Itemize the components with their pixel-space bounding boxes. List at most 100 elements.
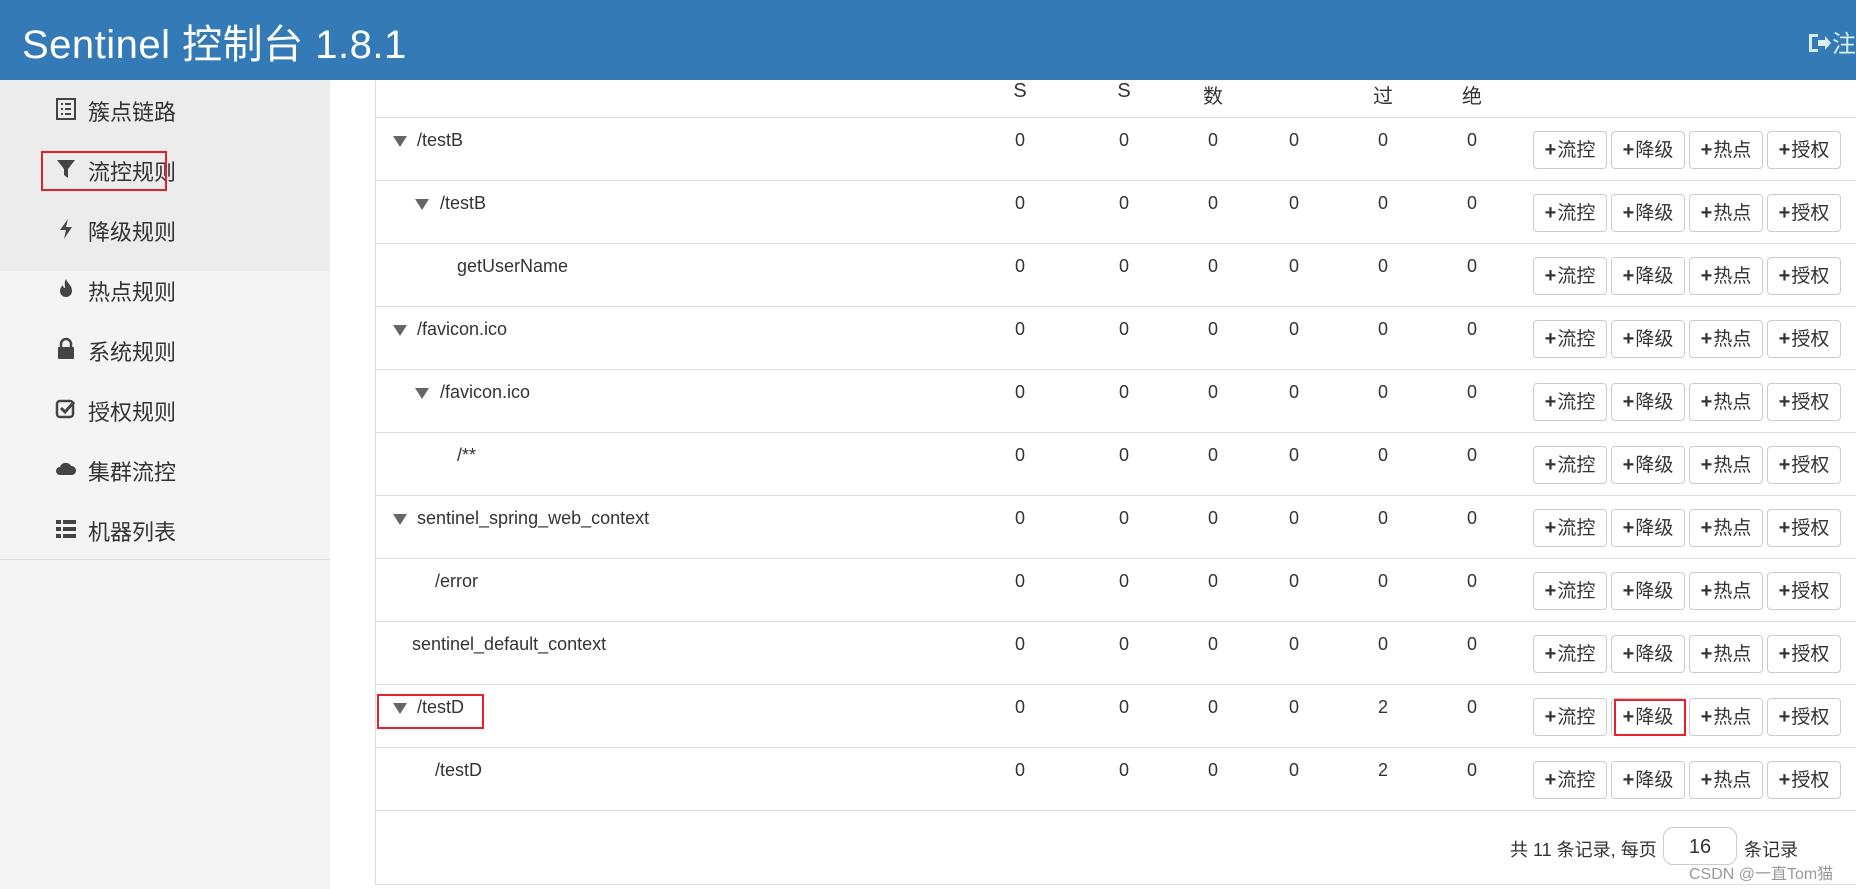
button-label: 流控 — [1557, 770, 1596, 791]
add-flow-rule-button[interactable]: +流控 — [1533, 509, 1607, 547]
add-authority-rule-button[interactable]: +授权 — [1767, 572, 1841, 610]
logout-link[interactable]: 注 — [1806, 24, 1856, 59]
add-authority-rule-button[interactable]: +授权 — [1767, 761, 1841, 799]
add-degrade-rule-button[interactable]: +降级 — [1611, 320, 1685, 358]
metric-value: 0 — [1014, 193, 1026, 213]
add-hotspot-rule-button[interactable]: +热点 — [1689, 383, 1763, 421]
add-flow-rule-button[interactable]: +流控 — [1533, 257, 1607, 295]
add-degrade-rule-button[interactable]: +降级 — [1611, 509, 1685, 547]
add-flow-rule-button[interactable]: +流控 — [1533, 131, 1607, 169]
add-hotspot-rule-button[interactable]: +热点 — [1689, 761, 1763, 799]
check-icon — [54, 397, 78, 421]
sidebar-item-machine-list[interactable]: 机器列表 — [0, 500, 330, 558]
button-label: 流控 — [1557, 266, 1596, 287]
button-label: 热点 — [1713, 518, 1752, 539]
add-hotspot-rule-button[interactable]: +热点 — [1689, 446, 1763, 484]
metric-value: 0 — [1118, 130, 1130, 150]
list-bullet-icon — [54, 517, 78, 541]
sidebar-item-hotspot-rules[interactable]: 热点规则 — [0, 260, 330, 318]
metric-value: 0 — [1466, 697, 1478, 717]
add-authority-rule-button[interactable]: +授权 — [1767, 509, 1841, 547]
add-authority-rule-button[interactable]: +授权 — [1767, 131, 1841, 169]
metric-value: 0 — [1466, 445, 1478, 465]
add-flow-rule-button[interactable]: +流控 — [1533, 446, 1607, 484]
plus-icon: + — [1700, 328, 1713, 350]
add-authority-rule-button[interactable]: +授权 — [1767, 446, 1841, 484]
pagination-suffix: 条记录 — [1744, 840, 1798, 860]
plus-icon: + — [1544, 139, 1557, 161]
sidebar-item-cluster-flow[interactable]: 集群流控 — [0, 440, 330, 498]
metric-value: 0 — [1377, 193, 1389, 213]
plus-icon: + — [1622, 391, 1635, 413]
metric-value: 0 — [1377, 130, 1389, 150]
add-authority-rule-button[interactable]: +授权 — [1767, 635, 1841, 673]
metric-value: 0 — [1118, 193, 1130, 213]
sidebar-item-label: 授权规则 — [88, 400, 177, 425]
add-authority-rule-button[interactable]: +授权 — [1767, 257, 1841, 295]
metric-value: 0 — [1014, 634, 1026, 654]
metric-value: 0 — [1466, 130, 1478, 150]
button-label: 授权 — [1791, 203, 1830, 224]
sidebar-item-resource-chain[interactable]: 簇点链路 — [0, 80, 330, 138]
add-hotspot-rule-button[interactable]: +热点 — [1689, 194, 1763, 232]
sidebar-item-authority-rules[interactable]: 授权规则 — [0, 380, 330, 438]
add-flow-rule-button[interactable]: +流控 — [1533, 572, 1607, 610]
add-degrade-rule-button[interactable]: +降级 — [1611, 257, 1685, 295]
caret-down-icon[interactable] — [393, 136, 407, 147]
sidebar-item-system-rules[interactable]: 系统规则 — [0, 320, 330, 378]
resource-name: /testD — [435, 760, 483, 780]
table-row: /testB 0 0 0 0 0 0 +流控 +降级 +热点 +授权 — [376, 181, 1856, 244]
plus-icon: + — [1622, 265, 1635, 287]
add-degrade-rule-button[interactable]: +降级 — [1611, 446, 1685, 484]
add-degrade-rule-button[interactable]: +降级 — [1611, 761, 1685, 799]
sidebar-item-degrade-rules[interactable]: 降级规则 — [0, 200, 330, 258]
metric-value: 0 — [1288, 634, 1300, 654]
lock-icon — [54, 337, 78, 361]
top-header: Sentinel 控制台 1.8.1 注 — [0, 0, 1856, 80]
add-authority-rule-button[interactable]: +授权 — [1767, 194, 1841, 232]
caret-down-icon[interactable] — [415, 388, 429, 399]
button-label: 授权 — [1791, 770, 1830, 791]
metric-value: 0 — [1288, 445, 1300, 465]
add-flow-rule-button[interactable]: +流控 — [1533, 194, 1607, 232]
add-degrade-rule-button[interactable]: +降级 — [1611, 194, 1685, 232]
caret-down-icon[interactable] — [393, 514, 407, 525]
add-authority-rule-button[interactable]: +授权 — [1767, 698, 1841, 736]
add-flow-rule-button[interactable]: +流控 — [1533, 383, 1607, 421]
add-degrade-rule-button[interactable]: +降级 — [1611, 383, 1685, 421]
button-label: 降级 — [1635, 455, 1674, 476]
add-authority-rule-button[interactable]: +授权 — [1767, 383, 1841, 421]
add-authority-rule-button[interactable]: +授权 — [1767, 320, 1841, 358]
add-hotspot-rule-button[interactable]: +热点 — [1689, 131, 1763, 169]
add-hotspot-rule-button[interactable]: +热点 — [1689, 572, 1763, 610]
caret-down-icon[interactable] — [415, 199, 429, 210]
caret-down-icon[interactable] — [393, 325, 407, 336]
add-hotspot-rule-button[interactable]: +热点 — [1689, 698, 1763, 736]
metric-value: 0 — [1377, 445, 1389, 465]
add-flow-rule-button[interactable]: +流控 — [1533, 635, 1607, 673]
add-hotspot-rule-button[interactable]: +热点 — [1689, 635, 1763, 673]
list-icon — [54, 97, 78, 121]
metric-value: 2 — [1377, 760, 1389, 780]
metric-value: 0 — [1014, 256, 1026, 276]
add-flow-rule-button[interactable]: +流控 — [1533, 698, 1607, 736]
add-degrade-rule-button[interactable]: +降级 — [1611, 131, 1685, 169]
add-hotspot-rule-button[interactable]: +热点 — [1689, 257, 1763, 295]
add-degrade-rule-button[interactable]: +降级 — [1611, 635, 1685, 673]
add-flow-rule-button[interactable]: +流控 — [1533, 761, 1607, 799]
button-label: 流控 — [1557, 518, 1596, 539]
add-flow-rule-button[interactable]: +流控 — [1533, 320, 1607, 358]
resource-name: /favicon.ico — [440, 382, 531, 402]
metric-value: 0 — [1466, 760, 1478, 780]
metric-value: 0 — [1207, 445, 1219, 465]
fire-icon — [54, 277, 78, 301]
button-label: 授权 — [1791, 266, 1830, 287]
plus-icon: + — [1778, 265, 1791, 287]
metric-value: 0 — [1207, 193, 1219, 213]
button-label: 降级 — [1635, 140, 1674, 161]
button-label: 流控 — [1557, 644, 1596, 665]
add-degrade-rule-button[interactable]: +降级 — [1611, 572, 1685, 610]
add-hotspot-rule-button[interactable]: +热点 — [1689, 320, 1763, 358]
add-hotspot-rule-button[interactable]: +热点 — [1689, 509, 1763, 547]
button-label: 降级 — [1635, 392, 1674, 413]
